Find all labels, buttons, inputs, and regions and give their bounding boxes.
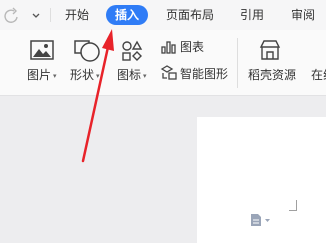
pointer-arrow — [81, 29, 114, 163]
